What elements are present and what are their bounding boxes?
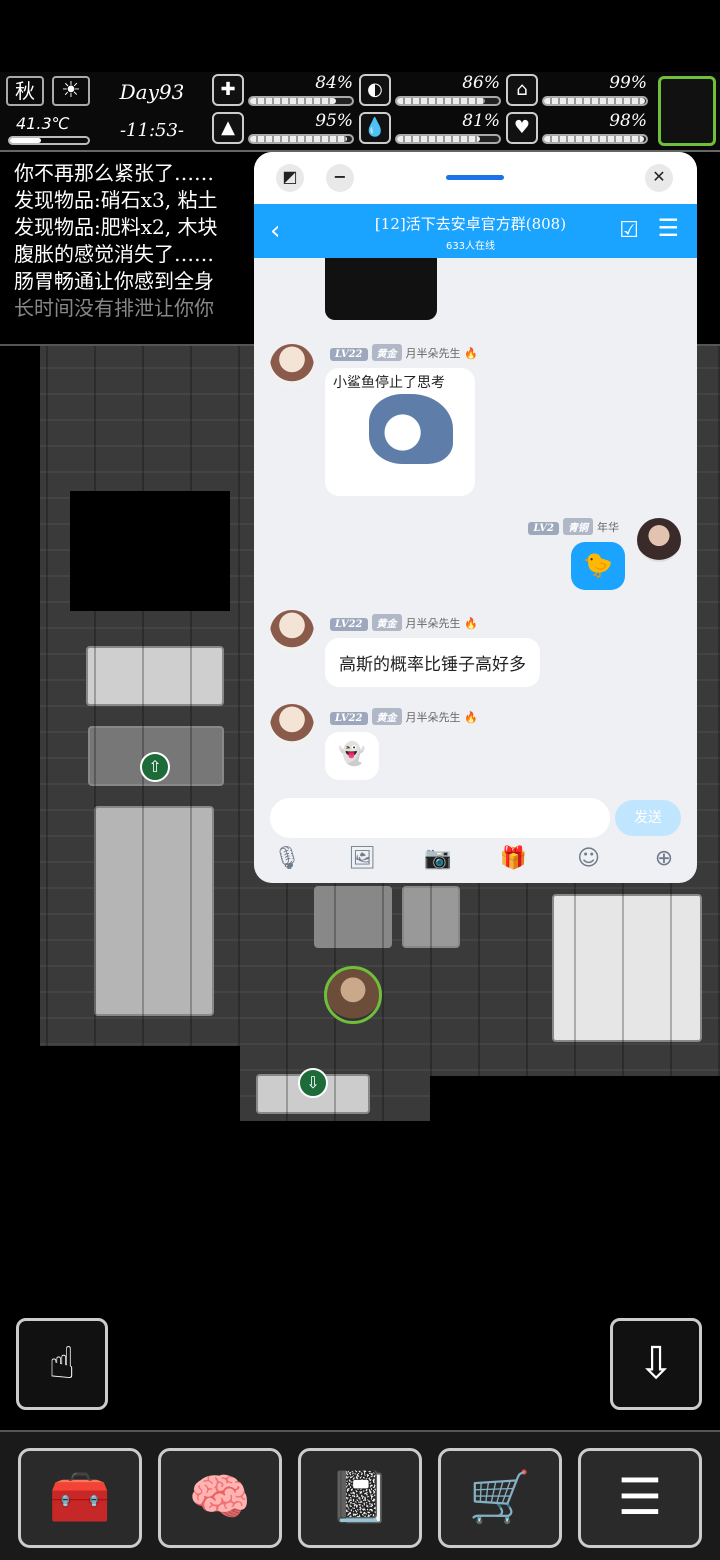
resize-icon[interactable]: ◩ bbox=[276, 164, 304, 192]
avatar[interactable] bbox=[637, 518, 681, 562]
skills-button[interactable]: 🧠 bbox=[158, 1448, 282, 1548]
sender-meta: LV2 青铜 年华 bbox=[528, 518, 619, 535]
chest-button[interactable]: 🧰 bbox=[18, 1448, 142, 1548]
fire-icon: 🔥 bbox=[464, 617, 478, 630]
map-void bbox=[0, 346, 40, 1121]
window-titlebar: ◩ − ✕ bbox=[254, 152, 697, 204]
descend-button[interactable]: ⇩ bbox=[610, 1318, 702, 1410]
workbench-saw[interactable] bbox=[86, 646, 224, 706]
ghost-emoji-icon: 👻 bbox=[338, 742, 366, 767]
medkit-icon: ✚ bbox=[212, 74, 244, 106]
online-count: 633人在线 bbox=[445, 241, 496, 252]
composer: 发送 bbox=[270, 798, 681, 838]
interact-button[interactable]: ☝ bbox=[16, 1318, 108, 1410]
stat-health: ✚ 84% bbox=[212, 73, 357, 110]
kitchen-counter[interactable] bbox=[552, 894, 702, 1042]
stat-stamina: ▲ 95% bbox=[212, 111, 357, 148]
composer-toolbar: 🎙 🖼 📷 🎁 ☺ ⊕ bbox=[272, 846, 679, 876]
message-input[interactable] bbox=[270, 798, 610, 838]
send-button[interactable]: 发送 bbox=[615, 800, 681, 836]
map-void bbox=[430, 1076, 720, 1121]
chat-window: ◩ − ✕ ‹ [12]活下去安卓官方群(808) 633人在线 ☑ ☰ LV2… bbox=[254, 152, 697, 883]
sender-meta: LV22 黄金 月半朵先生 🔥 bbox=[330, 708, 478, 725]
close-button[interactable]: ✕ bbox=[645, 164, 673, 192]
sticker-message[interactable]: 小鲨鱼停止了思考 bbox=[325, 368, 475, 496]
sun-icon: ☀ bbox=[52, 76, 90, 106]
chick-emoji-icon: 🐤 bbox=[583, 551, 613, 579]
emoji-message[interactable]: 🐤 bbox=[571, 542, 625, 590]
map-void bbox=[0, 1046, 240, 1121]
shop-button[interactable]: 🛒 bbox=[438, 1448, 562, 1548]
heart-icon: ♥ bbox=[506, 112, 538, 144]
text-message[interactable]: 高斯的概率比锤子高好多 bbox=[325, 638, 540, 687]
emoji-message[interactable]: 👻 bbox=[325, 732, 379, 780]
emoji-icon[interactable]: ☺ bbox=[574, 846, 604, 876]
plus-icon[interactable]: ⊕ bbox=[649, 846, 679, 876]
brain-head-icon: 🧠 bbox=[188, 1468, 252, 1526]
sender-meta: LV22 黄金 月半朵先生 🔥 bbox=[330, 614, 478, 631]
cart-icon: 🛒 bbox=[468, 1468, 532, 1526]
season-indicator: 秋 bbox=[6, 76, 44, 106]
journal-button[interactable]: 📓 bbox=[298, 1448, 422, 1548]
chest-icon: 🧰 bbox=[48, 1468, 112, 1526]
calendar-check-icon[interactable]: ☑ bbox=[619, 218, 639, 243]
menu-icon[interactable]: ☰ bbox=[657, 214, 679, 242]
drag-handle[interactable] bbox=[446, 175, 504, 180]
day-counter: Day93 bbox=[119, 80, 185, 104]
fire-icon: 🔥 bbox=[464, 711, 478, 724]
shelf[interactable] bbox=[402, 886, 460, 948]
main-dock: 🧰 🧠 📓 🛒 ☰ bbox=[0, 1430, 720, 1560]
chat-header: ‹ [12]活下去安卓官方群(808) 633人在线 ☑ ☰ bbox=[254, 204, 697, 258]
stat-bladder: ⌂ 99% bbox=[506, 73, 651, 110]
shark-sticker-icon bbox=[369, 394, 453, 464]
temperature-bar bbox=[8, 136, 90, 145]
server-arrow-icon: ⇩ bbox=[637, 1338, 675, 1389]
camera-icon[interactable]: 📷 bbox=[423, 846, 453, 876]
status-hud: 秋 ☀ 41.3℃ Day93 -11:53- ✚ 84% ◐ 86% ⌂ 99… bbox=[0, 72, 720, 152]
menu-button[interactable]: ☰ bbox=[578, 1448, 702, 1548]
gift-icon[interactable]: 🎁 bbox=[498, 846, 528, 876]
list-menu-icon: ☰ bbox=[617, 1468, 663, 1526]
bladder-icon: ⌂ bbox=[506, 74, 538, 106]
image-icon[interactable]: 🖼 bbox=[347, 846, 377, 876]
microphone-icon[interactable]: 🎙 bbox=[272, 846, 302, 876]
avatar[interactable] bbox=[270, 610, 314, 654]
avatar[interactable] bbox=[270, 344, 314, 388]
stat-thirst: 💧 81% bbox=[359, 111, 504, 148]
exit-arrow-icon[interactable]: ⇩ bbox=[298, 1068, 328, 1098]
minimize-button[interactable]: − bbox=[326, 164, 354, 192]
bed[interactable] bbox=[94, 806, 214, 1016]
sender-meta: LV22 黄金 月半朵先生 🔥 bbox=[330, 344, 478, 361]
fire-icon: 🔥 bbox=[464, 347, 478, 360]
stomach-icon: ◐ bbox=[359, 74, 391, 106]
game-clock: -11:53- bbox=[119, 120, 185, 141]
radio-desk[interactable] bbox=[314, 886, 392, 948]
boot-icon: ▲ bbox=[212, 112, 244, 144]
equipped-item-slot[interactable] bbox=[658, 76, 716, 146]
group-title: [12]活下去安卓官方群(808) bbox=[374, 215, 567, 233]
temperature-label: 41.3℃ bbox=[16, 114, 70, 133]
player-character[interactable] bbox=[324, 966, 382, 1024]
tap-hand-icon: ☝ bbox=[48, 1338, 76, 1389]
stat-hunger: ◐ 86% bbox=[359, 73, 504, 110]
stat-mood: ♥ 98% bbox=[506, 111, 651, 148]
avatar[interactable] bbox=[270, 704, 314, 748]
image-message[interactable] bbox=[325, 258, 437, 320]
water-drop-icon: 💧 bbox=[359, 112, 391, 144]
message-list[interactable]: LV22 黄金 月半朵先生 🔥 小鲨鱼停止了思考 LV2 青铜 年华 🐤 LV22 黄金月… bbox=[254, 258, 697, 792]
back-chevron-icon[interactable]: ‹ bbox=[270, 216, 280, 246]
upgrade-arrow-icon[interactable]: ⇧ bbox=[140, 752, 170, 782]
notebook-icon: 📓 bbox=[328, 1468, 392, 1526]
map-void bbox=[70, 491, 230, 611]
